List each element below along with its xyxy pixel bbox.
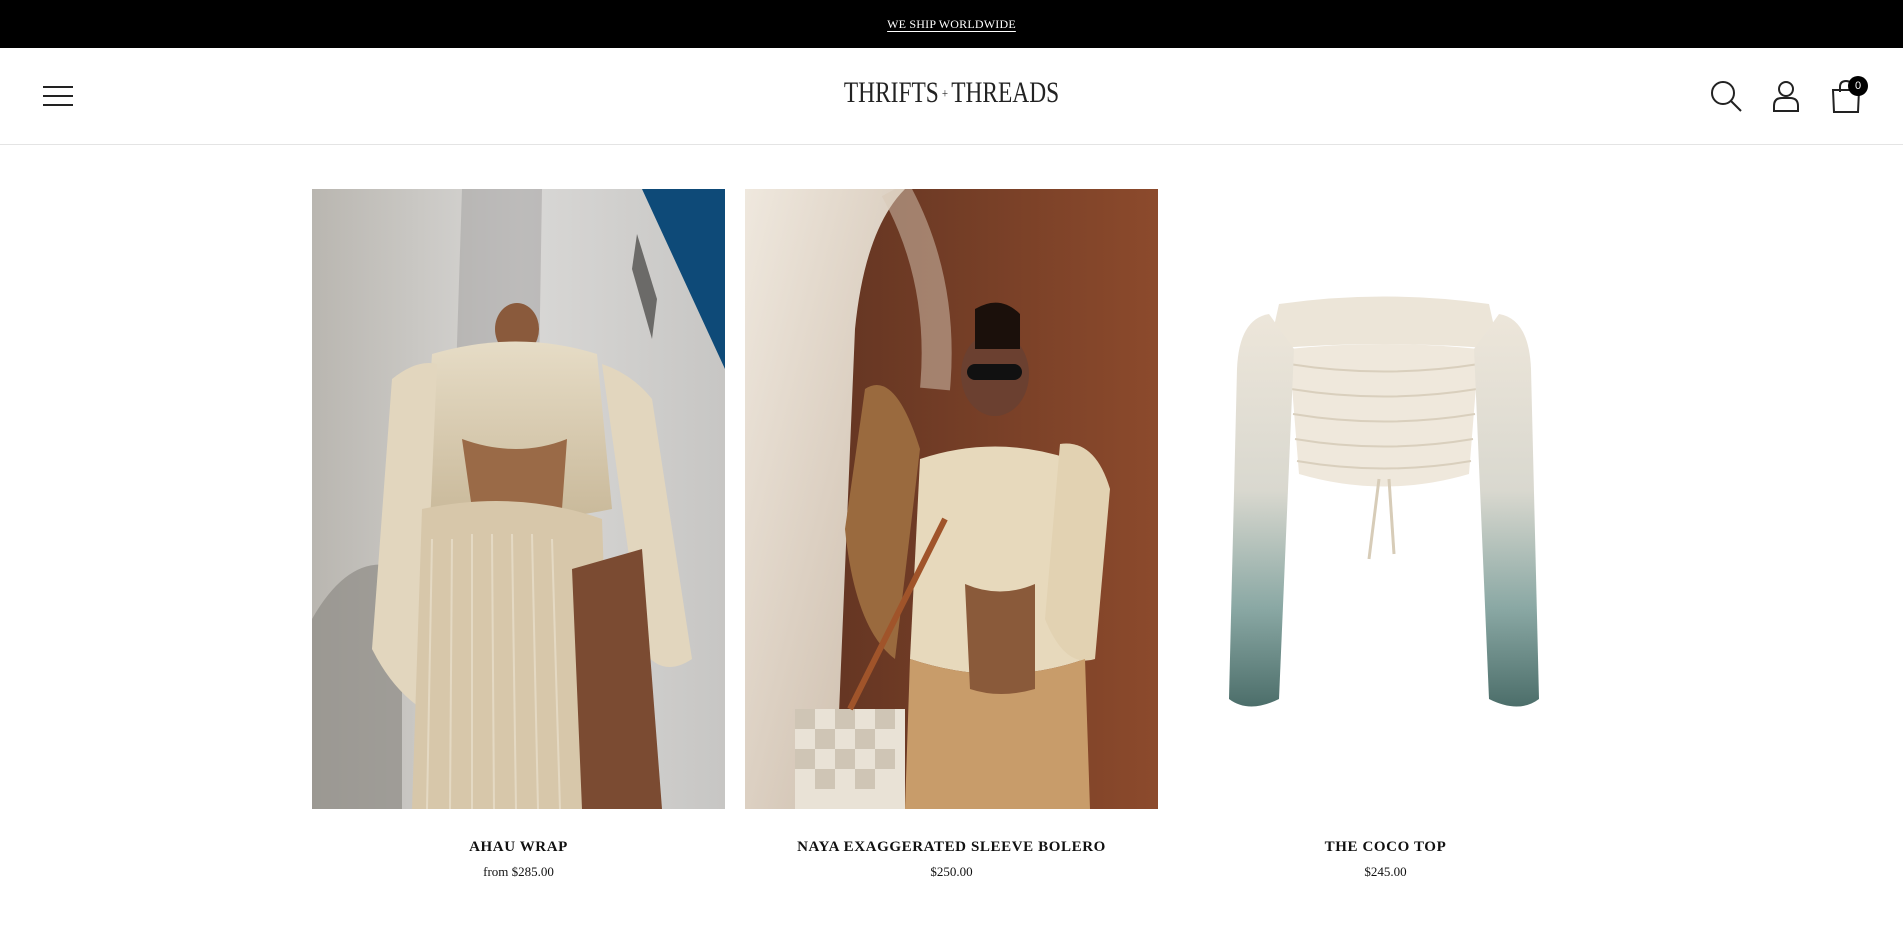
search-button[interactable] [1708, 78, 1744, 114]
product-image[interactable] [312, 189, 725, 809]
logo-plus: + [941, 87, 949, 103]
announcement-bar: WE SHIP WORLDWIDE [0, 0, 1903, 48]
product-title[interactable]: THE COCO TOP [1179, 839, 1592, 856]
site-logo[interactable]: THRIFTS + THREADS [209, 76, 1693, 110]
announcement-link[interactable]: WE SHIP WORLDWIDE [887, 17, 1016, 32]
product-title[interactable]: AHAU WRAP [312, 839, 725, 856]
user-icon [1773, 81, 1799, 112]
logo-left: THRIFTS [843, 76, 939, 109]
product-title[interactable]: NAYA EXAGGERATED SLEEVE BOLERO [745, 839, 1158, 856]
menu-button[interactable] [42, 82, 74, 110]
product-price: $250.00 [930, 864, 973, 879]
product-image[interactable] [1179, 189, 1592, 809]
product-price: $245.00 [1364, 864, 1407, 879]
product-price: from $285.00 [483, 864, 554, 879]
site-header: THRIFTS + THREADS 0 [0, 48, 1903, 145]
cart-button[interactable]: 0 [1828, 76, 1868, 114]
product-image[interactable] [745, 189, 1158, 809]
product-card[interactable]: NAYA EXAGGERATED SLEEVE BOLERO $250.00 [745, 189, 1158, 879]
logo-right: THREADS [951, 76, 1060, 109]
hamburger-icon [43, 86, 73, 106]
product-card[interactable]: THE COCO TOP $245.00 [1179, 189, 1592, 879]
product-photo-coco-top [1179, 189, 1592, 809]
product-card[interactable]: AHAU WRAP from $285.00 [312, 189, 725, 879]
account-button[interactable] [1768, 78, 1804, 114]
product-photo-ahau-wrap [312, 189, 725, 809]
cart-count-badge: 0 [1848, 76, 1868, 96]
search-icon [1711, 81, 1742, 112]
product-photo-naya-bolero [745, 189, 1158, 809]
